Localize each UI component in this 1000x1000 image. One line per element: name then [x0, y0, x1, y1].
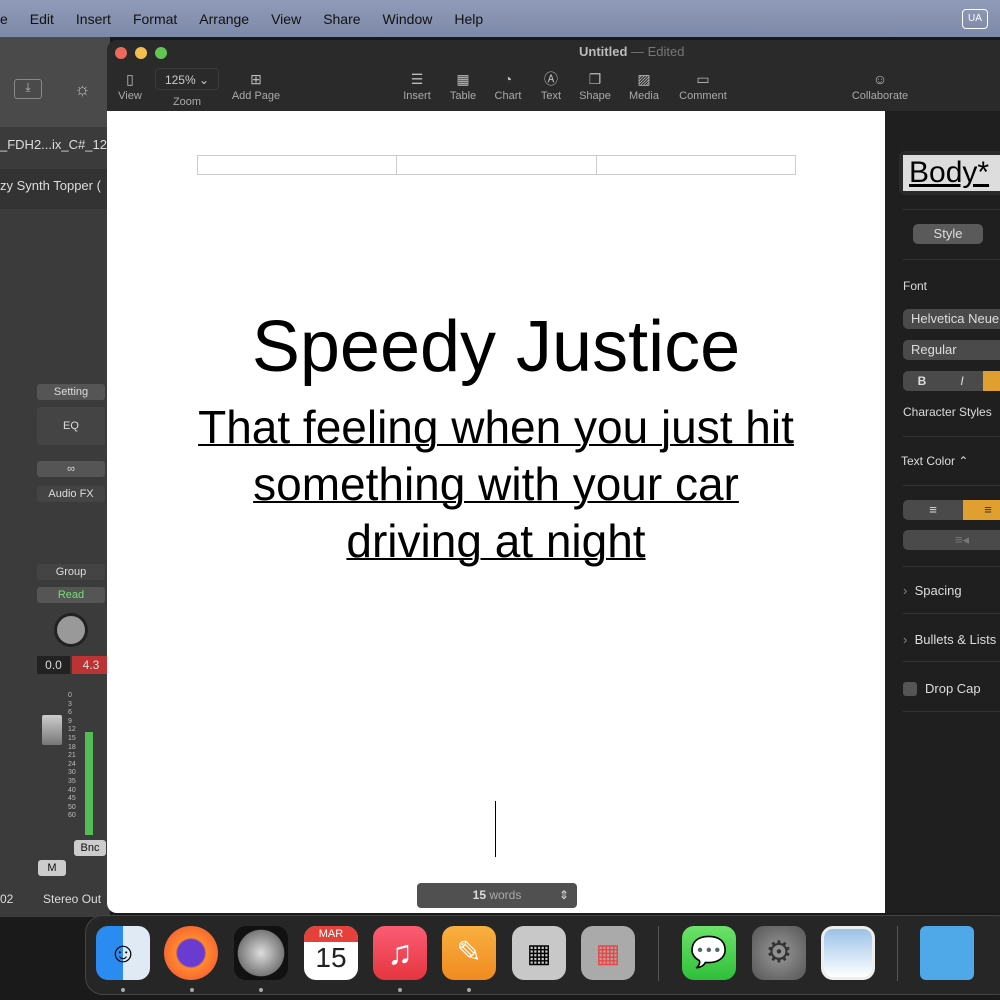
- media-button[interactable]: ▨ Media: [625, 68, 663, 102]
- firefox-icon[interactable]: [164, 926, 218, 980]
- calendar-icon[interactable]: MAR 15: [304, 926, 358, 980]
- drop-cap-checkbox[interactable]: Drop Cap: [903, 681, 981, 696]
- spacing-disclosure[interactable]: › Spacing: [903, 583, 962, 598]
- sidebar-icon: ▯: [126, 71, 134, 87]
- system-settings-icon[interactable]: ⚙: [752, 926, 806, 980]
- logic-pro-icon[interactable]: [234, 926, 288, 980]
- italic-button[interactable]: I: [941, 371, 983, 391]
- chart-icon: ◔: [503, 71, 513, 87]
- tab-style[interactable]: Style: [913, 224, 983, 244]
- music-icon[interactable]: ♫: [373, 926, 427, 980]
- pages-window: Untitled — Edited ▯ View 125% ⌄ Zoom ⊞ Add …: [107, 40, 1000, 913]
- collaborate-button[interactable]: ☺ Collaborate: [847, 68, 913, 102]
- mute-button[interactable]: M: [38, 860, 66, 876]
- logic-window: ⤓ ☼ _FDH2...ix_C#_12 zy Synth Topper ( S…: [0, 37, 110, 917]
- link-icon[interactable]: ∞: [37, 461, 105, 477]
- close-button[interactable]: [115, 47, 127, 59]
- align-left-icon[interactable]: ≡: [903, 500, 963, 520]
- brightness-icon[interactable]: ☼: [74, 79, 91, 100]
- volume-readout: 0.0: [37, 656, 70, 674]
- output-label: Stereo Out: [43, 892, 102, 906]
- document-page[interactable]: Speedy Justice That feeling when you jus…: [107, 111, 885, 913]
- bold-button[interactable]: B: [903, 371, 941, 391]
- table-button[interactable]: ▦ Table: [445, 68, 481, 102]
- menu-arrange[interactable]: Arrange: [199, 11, 249, 27]
- shape-button[interactable]: ❐ Shape: [575, 68, 615, 102]
- text-box-icon: Ⓐ: [544, 71, 558, 87]
- menu-window[interactable]: Window: [383, 11, 433, 27]
- collaborate-icon: ☺: [872, 71, 888, 87]
- menu-insert[interactable]: Insert: [76, 11, 111, 27]
- font-label: Font: [903, 279, 928, 293]
- volume-fader[interactable]: [42, 715, 62, 745]
- pages-icon[interactable]: ✎: [442, 926, 496, 980]
- dock-divider: [658, 926, 659, 981]
- format-sidebar: Body* Style Font Helvetica Neue Regular …: [885, 111, 1000, 913]
- menu-file[interactable]: e: [0, 11, 8, 27]
- align-center-icon[interactable]: ≡: [963, 500, 1000, 520]
- text-color-menu[interactable]: Text Color ⌃: [901, 454, 968, 468]
- plus-square-icon: ⊞: [250, 71, 262, 87]
- minimize-button[interactable]: [135, 47, 147, 59]
- track-name: zy Synth Topper (: [0, 169, 110, 209]
- menu-view[interactable]: View: [271, 11, 301, 27]
- zoom-button[interactable]: [155, 47, 167, 59]
- table-icon: ▦: [456, 71, 470, 87]
- underline-button[interactable]: [983, 371, 1000, 391]
- comment-icon: ▭: [696, 71, 710, 87]
- text-cursor: [495, 801, 496, 857]
- bounce-button[interactable]: Bnc: [74, 840, 106, 856]
- bullets-disclosure[interactable]: › Bullets & Lists: [903, 632, 996, 647]
- track-number: 02: [0, 892, 14, 906]
- shape-icon: ❐: [588, 71, 602, 87]
- finder-icon[interactable]: ☺: [96, 926, 150, 980]
- comment-button[interactable]: ▭ Comment: [675, 68, 731, 102]
- peak-readout: 4.3: [72, 656, 110, 674]
- insert-icon: ☰: [410, 71, 424, 87]
- stepper-icon: ⇕: [558, 888, 569, 902]
- menu-share[interactable]: Share: [323, 11, 360, 27]
- download-icon[interactable]: ⤓: [14, 79, 42, 99]
- insert-button[interactable]: ☰ Insert: [397, 68, 437, 102]
- eq-button[interactable]: EQ: [37, 407, 105, 445]
- add-page-button[interactable]: ⊞ Add Page: [225, 68, 287, 102]
- indent-icon[interactable]: ≡◂: [903, 530, 1000, 550]
- menu-bar: e Edit Insert Format Arrange View Share …: [0, 0, 1000, 37]
- chart-button[interactable]: ◔ Chart: [489, 68, 527, 102]
- track-name: _FDH2...ix_C#_12: [0, 137, 107, 152]
- meter-scale: 0 3 6 9 12 15 18 21 24 30 35 40 45 50 60: [68, 692, 76, 820]
- launchpad-icon[interactable]: ▦: [581, 926, 635, 980]
- messages-icon[interactable]: 💬: [682, 926, 736, 980]
- font-family-select[interactable]: Helvetica Neue: [903, 309, 1000, 329]
- font-weight-select[interactable]: Regular: [903, 340, 1000, 360]
- document-title[interactable]: Speedy Justice: [107, 306, 885, 388]
- media-icon: ▨: [637, 71, 651, 87]
- font-style-buttons: B I: [903, 371, 1000, 391]
- zoom-menu[interactable]: 125% ⌄ Zoom: [155, 68, 219, 108]
- group-slot[interactable]: Group: [37, 564, 105, 580]
- window-title: Untitled — Edited: [579, 44, 685, 59]
- folder-icon[interactable]: [920, 926, 974, 980]
- alignment-buttons: ≡ ≡: [903, 500, 1000, 520]
- level-meter: [85, 732, 93, 835]
- menu-format[interactable]: Format: [133, 11, 177, 27]
- character-styles-label[interactable]: Character Styles: [903, 405, 992, 419]
- menu-help[interactable]: Help: [454, 11, 483, 27]
- pan-knob[interactable]: [54, 613, 88, 647]
- automation-read[interactable]: Read: [37, 587, 105, 603]
- setting-button[interactable]: Setting: [37, 384, 105, 400]
- view-button[interactable]: ▯ View: [115, 68, 145, 102]
- preview-icon[interactable]: [821, 926, 875, 980]
- audio-fx-slot[interactable]: Audio FX: [37, 486, 105, 502]
- menu-edit[interactable]: Edit: [30, 11, 54, 27]
- document-subtitle[interactable]: That feeling when you just hit something…: [196, 399, 796, 570]
- calculator-icon[interactable]: ▦: [512, 926, 566, 980]
- paragraph-style-menu[interactable]: Body*: [899, 151, 1000, 195]
- header-fields[interactable]: [197, 155, 796, 175]
- ua-icon[interactable]: UA: [962, 9, 988, 29]
- word-count-button[interactable]: 15 words ⇕: [417, 883, 577, 908]
- dock: ☺ MAR 15 ♫ ✎ ▦ ▦ 💬 ⚙: [85, 915, 1000, 995]
- dock-divider: [897, 926, 898, 981]
- text-button[interactable]: Ⓐ Text: [535, 68, 567, 102]
